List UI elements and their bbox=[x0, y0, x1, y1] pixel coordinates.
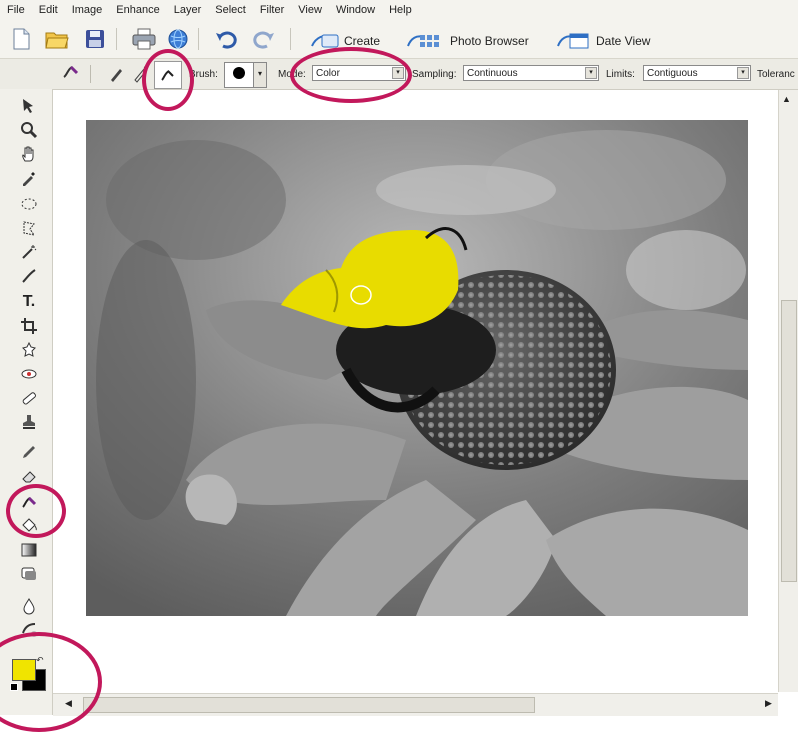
photo-browser-icon bbox=[407, 35, 439, 47]
limits-label: Limits: bbox=[606, 69, 635, 80]
hand-tool-icon bbox=[22, 146, 34, 162]
new-file-icon bbox=[13, 28, 30, 50]
clone-stamp-tool[interactable] bbox=[16, 411, 42, 433]
type-tool[interactable]: T. bbox=[16, 291, 42, 313]
move-tool[interactable] bbox=[16, 95, 42, 117]
selection-brush-tool-icon bbox=[22, 269, 36, 283]
clone-stamp-tool-icon bbox=[23, 415, 35, 429]
photo-browser-label: Photo Browser bbox=[450, 34, 529, 48]
brush-dot-icon bbox=[233, 67, 245, 79]
sampling-select[interactable]: Continuous ▾ bbox=[463, 65, 599, 81]
menu-edit[interactable]: Edit bbox=[32, 0, 65, 20]
pencil-tool[interactable] bbox=[16, 441, 42, 463]
horizontal-scroll-thumb[interactable] bbox=[83, 697, 535, 713]
scroll-up-icon[interactable]: ▲ bbox=[782, 94, 791, 104]
limits-dropdown-arrow: ▾ bbox=[737, 67, 749, 79]
main-toolbar: Create Photo Browser Date View bbox=[0, 20, 798, 59]
red-eye-tool-icon bbox=[21, 369, 37, 379]
open-folder-icon bbox=[45, 32, 69, 49]
selection-brush-tool[interactable] bbox=[16, 265, 42, 287]
limits-value: Contiguous bbox=[647, 68, 698, 79]
bee-on-flower-photo bbox=[86, 120, 748, 616]
menu-help[interactable]: Help bbox=[382, 0, 419, 20]
undo-button[interactable] bbox=[214, 26, 240, 52]
tool-preset-picker[interactable] bbox=[58, 60, 84, 86]
menu-file[interactable]: File bbox=[0, 0, 32, 20]
undo-icon bbox=[216, 31, 237, 49]
document-image[interactable] bbox=[86, 120, 748, 616]
lasso-tool[interactable] bbox=[16, 217, 42, 239]
eyedropper-tool-icon bbox=[23, 172, 35, 186]
eyedropper-tool[interactable] bbox=[16, 167, 42, 189]
date-view-button[interactable]: Date View bbox=[556, 32, 650, 50]
date-view-label: Date View bbox=[596, 34, 651, 48]
print-button[interactable] bbox=[131, 26, 157, 52]
zoom-tool-icon bbox=[21, 122, 38, 139]
healing-brush-tool-icon bbox=[22, 392, 36, 405]
sampling-value: Continuous bbox=[467, 68, 518, 79]
cookie-cutter-tool[interactable] bbox=[16, 339, 42, 361]
hand-tool[interactable] bbox=[16, 143, 42, 165]
magic-wand-tool[interactable] bbox=[16, 241, 42, 263]
color-replacement-icon bbox=[63, 65, 79, 78]
annotation-circle-mode bbox=[290, 47, 412, 103]
healing-brush-tool[interactable] bbox=[16, 387, 42, 409]
blur-tool-icon bbox=[23, 598, 35, 615]
menu-enhance[interactable]: Enhance bbox=[109, 0, 166, 20]
menu-view[interactable]: View bbox=[291, 0, 329, 20]
annotation-circle-tool-option bbox=[142, 49, 194, 111]
printer-icon bbox=[132, 28, 156, 50]
create-label: Create bbox=[344, 34, 381, 48]
sampling-label: Sampling: bbox=[412, 69, 457, 80]
redo-button[interactable] bbox=[250, 26, 276, 52]
redo-icon bbox=[253, 31, 274, 49]
brush-dropdown-arrow[interactable]: ▾ bbox=[253, 62, 267, 88]
tolerance-label: Toleranc bbox=[757, 69, 795, 80]
eraser-tool-icon bbox=[22, 471, 36, 483]
vertical-scrollbar[interactable]: ▲ bbox=[778, 90, 798, 692]
annotation-circle-tool bbox=[6, 484, 66, 538]
brush-tool-option[interactable] bbox=[104, 61, 130, 87]
shape-tool-icon bbox=[21, 567, 36, 580]
marquee-tool[interactable] bbox=[16, 193, 42, 215]
scroll-right-icon[interactable]: ▶ bbox=[765, 698, 772, 709]
blur-tool[interactable] bbox=[16, 595, 42, 617]
lasso-tool-icon bbox=[23, 221, 36, 236]
menu-layer[interactable]: Layer bbox=[167, 0, 209, 20]
zoom-tool[interactable] bbox=[16, 119, 42, 141]
limits-select[interactable]: Contiguous ▾ bbox=[643, 65, 751, 81]
vertical-scroll-thumb[interactable] bbox=[781, 300, 797, 582]
horizontal-scrollbar[interactable]: ◀ ▶ bbox=[53, 693, 778, 716]
gradient-tool[interactable] bbox=[16, 539, 42, 561]
magic-wand-tool-icon bbox=[22, 245, 37, 259]
marquee-tool-icon bbox=[21, 198, 37, 210]
photo-editor-window: File Edit Image Enhance Layer Select Fil… bbox=[0, 0, 798, 732]
save-button[interactable] bbox=[82, 26, 108, 52]
globe-icon bbox=[168, 29, 188, 49]
brush-icon bbox=[111, 69, 122, 82]
menu-image[interactable]: Image bbox=[65, 0, 110, 20]
crop-tool-icon bbox=[21, 318, 37, 334]
open-button[interactable] bbox=[44, 26, 70, 52]
new-file-button[interactable] bbox=[8, 26, 34, 52]
tools-panel: T. ↶ bbox=[0, 89, 53, 715]
photo-browser-button[interactable]: Photo Browser bbox=[406, 32, 529, 50]
shape-tool[interactable] bbox=[16, 563, 42, 585]
crop-tool[interactable] bbox=[16, 315, 42, 337]
cookie-cutter-tool-icon bbox=[22, 341, 36, 357]
menu-filter[interactable]: Filter bbox=[253, 0, 291, 20]
red-eye-tool[interactable] bbox=[16, 363, 42, 385]
save-disk-icon bbox=[86, 30, 104, 48]
menu-window[interactable]: Window bbox=[329, 0, 382, 20]
calendar-icon bbox=[557, 33, 589, 49]
move-tool-icon bbox=[23, 99, 33, 113]
gradient-tool-icon bbox=[21, 543, 37, 557]
sampling-dropdown-arrow: ▾ bbox=[585, 67, 597, 79]
type-tool-icon: T. bbox=[22, 293, 36, 310]
menu-select[interactable]: Select bbox=[208, 0, 253, 20]
brush-preview[interactable] bbox=[224, 62, 254, 88]
menu-bar: File Edit Image Enhance Layer Select Fil… bbox=[0, 0, 798, 20]
pencil-tool-icon bbox=[23, 446, 35, 458]
